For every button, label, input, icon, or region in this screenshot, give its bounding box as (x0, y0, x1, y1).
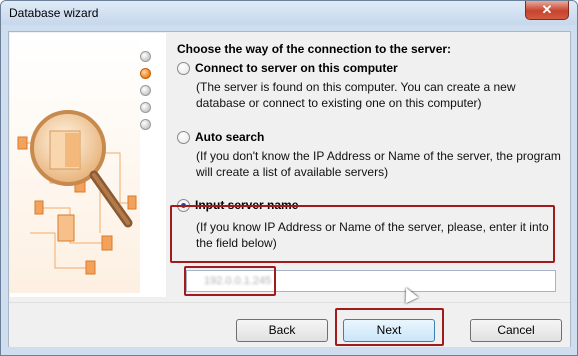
option-desc-local-server: (The server is found on this computer. Y… (196, 80, 516, 110)
option-label-local-server: Connect to server on this computer (195, 61, 398, 75)
connection-heading: Choose the way of the connection to the … (177, 42, 452, 56)
step-indicator (140, 51, 154, 136)
step-dot-5 (140, 119, 151, 130)
step-dot-1 (140, 51, 151, 62)
back-button[interactable]: Back (236, 319, 328, 342)
option-local-server[interactable]: Connect to server on this computer (The … (177, 60, 567, 111)
highlight-input-server-option (170, 205, 555, 263)
database-wizard-window: Database wizard ✕ Choose the way of the … (0, 0, 578, 356)
magnifier-network-illustration (10, 33, 140, 293)
close-button[interactable]: ✕ (525, 1, 569, 20)
step-dot-4 (140, 102, 151, 113)
wizard-banner (10, 33, 166, 297)
option-label-auto-search: Auto search (195, 130, 265, 144)
highlight-next-button (335, 308, 444, 346)
button-bar: Back Next Cancel (9, 302, 570, 347)
radio-local-server[interactable] (177, 61, 190, 75)
option-desc-auto-search: (If you don't know the IP Address or Nam… (196, 149, 561, 179)
window-title: Database wizard (9, 6, 99, 20)
option-auto-search[interactable]: Auto search (If you don't know the IP Ad… (177, 129, 567, 180)
step-dot-2-active (140, 68, 151, 79)
step-dot-3 (140, 85, 151, 96)
close-icon: ✕ (541, 2, 553, 17)
cancel-button[interactable]: Cancel (470, 319, 562, 342)
wizard-client-area: Choose the way of the connection to the … (8, 31, 571, 347)
highlight-server-field (184, 266, 276, 296)
title-bar[interactable]: Database wizard ✕ (1, 1, 577, 25)
radio-auto-search[interactable] (177, 130, 190, 144)
